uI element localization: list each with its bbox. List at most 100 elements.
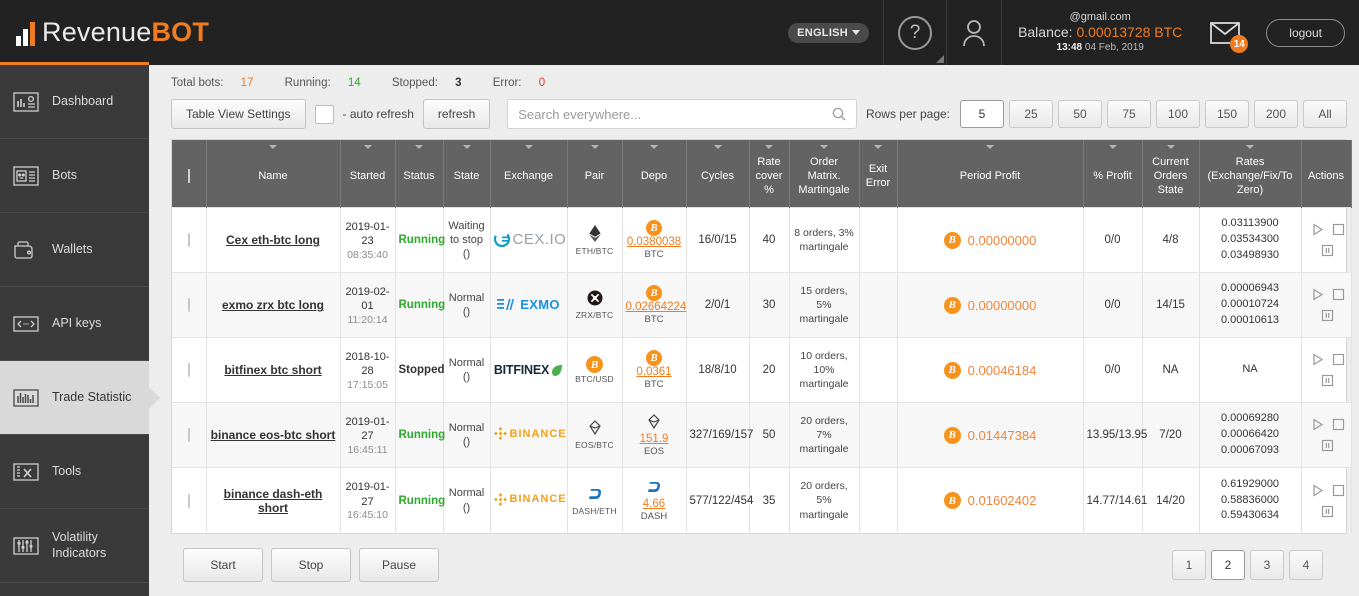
sort-caret-icon[interactable] — [1108, 145, 1117, 149]
depo-value[interactable]: 0.02664224 — [626, 301, 687, 313]
bot-name-link[interactable]: Cex eth-btc long — [226, 233, 320, 247]
col-cycles[interactable]: Cycles — [686, 140, 750, 208]
row-checkbox[interactable] — [187, 363, 190, 378]
col-state[interactable]: State — [443, 140, 491, 208]
stop-icon[interactable] — [1330, 482, 1347, 499]
page-button-1[interactable]: 1 — [1172, 549, 1206, 580]
sort-caret-icon[interactable] — [590, 145, 599, 149]
pause-icon[interactable] — [1319, 307, 1336, 324]
sidebar-item-wallets[interactable]: Wallets — [0, 213, 149, 287]
col-depo[interactable]: Depo — [622, 140, 687, 208]
sort-caret-icon[interactable] — [415, 145, 423, 149]
stop-icon[interactable] — [1330, 286, 1347, 303]
play-icon[interactable] — [1309, 221, 1326, 238]
row-checkbox[interactable] — [187, 233, 190, 248]
bot-name-link[interactable]: binance dash-eth short — [224, 487, 323, 515]
logout-button[interactable]: logout — [1266, 18, 1345, 47]
col-exchange[interactable]: Exchange — [490, 140, 568, 208]
pause-icon[interactable] — [1319, 242, 1336, 259]
depo-value[interactable]: 4.66 — [626, 498, 683, 510]
search-input[interactable] — [518, 106, 832, 122]
row-checkbox[interactable] — [187, 298, 190, 313]
rows-per-page-option-75[interactable]: 75 — [1107, 100, 1151, 128]
col-exit-error[interactable]: Exit Error — [859, 140, 898, 208]
col-rates[interactable]: Rates (Exchange/Fix/To Zero) — [1199, 140, 1302, 208]
row-checkbox[interactable] — [187, 493, 190, 508]
rows-per-page-option-100[interactable]: 100 — [1156, 100, 1200, 128]
search-box[interactable] — [507, 99, 857, 129]
bot-name-link[interactable]: exmo zrx btc long — [222, 298, 324, 312]
sort-caret-icon[interactable] — [363, 145, 372, 149]
sort-caret-icon[interactable] — [462, 145, 471, 149]
depo-value[interactable]: 0.0361 — [626, 366, 683, 378]
pause-icon[interactable] — [1319, 372, 1336, 389]
rows-per-page-option-200[interactable]: 200 — [1254, 100, 1298, 128]
col-period-profit[interactable]: Period Profit — [897, 140, 1084, 208]
rows-per-page-option-150[interactable]: 150 — [1205, 100, 1249, 128]
sort-caret-icon[interactable] — [874, 145, 882, 149]
depo-currency: BTC — [644, 379, 664, 391]
sort-caret-icon[interactable] — [650, 145, 658, 149]
col-status[interactable]: Status — [395, 140, 444, 208]
sort-caret-icon[interactable] — [713, 145, 722, 149]
rows-per-page-option-5[interactable]: 5 — [960, 100, 1004, 128]
messages-button[interactable]: 14 — [1198, 0, 1252, 65]
language-pill[interactable]: ENGLISH — [788, 22, 870, 43]
auto-refresh-checkbox[interactable] — [314, 104, 334, 124]
table-view-settings-button[interactable]: Table View Settings — [171, 99, 306, 129]
stop-button[interactable]: Stop — [271, 547, 351, 582]
col-rate-cover[interactable]: Rate cover % — [749, 140, 790, 208]
sort-caret-icon[interactable] — [524, 145, 533, 149]
play-icon[interactable] — [1309, 416, 1326, 433]
bot-name-link[interactable]: bitfinex btc short — [224, 363, 321, 377]
col-started[interactable]: Started — [340, 140, 396, 208]
cell-rate-cover: 50 — [749, 402, 790, 468]
depo-value[interactable]: 151.9 — [626, 433, 683, 445]
pause-icon[interactable] — [1319, 503, 1336, 520]
page-button-2[interactable]: 2 — [1211, 549, 1245, 580]
refresh-button[interactable]: refresh — [422, 99, 491, 129]
order-matrix-text: 15 orders, 5% martingale — [799, 284, 849, 326]
start-button[interactable]: Start — [183, 547, 263, 582]
bot-name-link[interactable]: binance eos-btc short — [211, 428, 336, 442]
sidebar-item-volatility-indicators[interactable]: Volatility Indicators — [0, 509, 149, 583]
select-all-checkbox[interactable] — [187, 168, 190, 183]
sidebar-item-api-keys[interactable]: API keys — [0, 287, 149, 361]
sidebar-item-dashboard[interactable]: Dashboard — [0, 65, 149, 139]
rows-per-page-option-25[interactable]: 25 — [1009, 100, 1053, 128]
sort-caret-icon[interactable] — [269, 145, 277, 149]
help-button[interactable]: ? — [883, 0, 946, 65]
rows-per-page-option-50[interactable]: 50 — [1058, 100, 1102, 128]
depo-value[interactable]: 0.0380038 — [626, 236, 683, 248]
col-name[interactable]: Name — [206, 140, 341, 208]
play-icon[interactable] — [1309, 482, 1326, 499]
rows-per-page-option-all[interactable]: All — [1303, 100, 1347, 128]
period-profit-value: 0.00000000 — [967, 297, 1037, 313]
sort-caret-icon[interactable] — [986, 145, 994, 149]
col-pct-profit[interactable]: % Profit — [1083, 140, 1143, 208]
row-select-cell — [172, 207, 207, 273]
stop-icon[interactable] — [1330, 221, 1347, 238]
page-button-3[interactable]: 3 — [1250, 549, 1284, 580]
sidebar-item-tools[interactable]: Tools — [0, 435, 149, 509]
sort-caret-icon[interactable] — [820, 145, 828, 149]
pause-button[interactable]: Pause — [359, 547, 439, 582]
col-orders-state[interactable]: Current Orders State — [1142, 140, 1200, 208]
user-profile-button[interactable] — [946, 0, 1001, 65]
stop-icon[interactable] — [1330, 351, 1347, 368]
play-icon[interactable] — [1309, 286, 1326, 303]
col-order-matrix[interactable]: Order Matrix. Martingale — [789, 140, 860, 208]
sort-caret-icon[interactable] — [1246, 145, 1254, 149]
sort-caret-icon[interactable] — [1166, 145, 1175, 149]
sort-caret-icon[interactable] — [765, 145, 773, 149]
page-button-4[interactable]: 4 — [1289, 549, 1323, 580]
language-selector[interactable]: ENGLISH — [774, 0, 883, 65]
pause-icon[interactable] — [1319, 437, 1336, 454]
play-icon[interactable] — [1309, 351, 1326, 368]
sidebar-item-bots[interactable]: Bots — [0, 139, 149, 213]
brand-logo[interactable]: RevenueBOT — [0, 0, 300, 65]
stop-icon[interactable] — [1330, 416, 1347, 433]
sidebar-item-trade-statistic[interactable]: Trade Statistic — [0, 361, 160, 435]
col-pair[interactable]: Pair — [567, 140, 623, 208]
row-checkbox[interactable] — [187, 428, 190, 443]
